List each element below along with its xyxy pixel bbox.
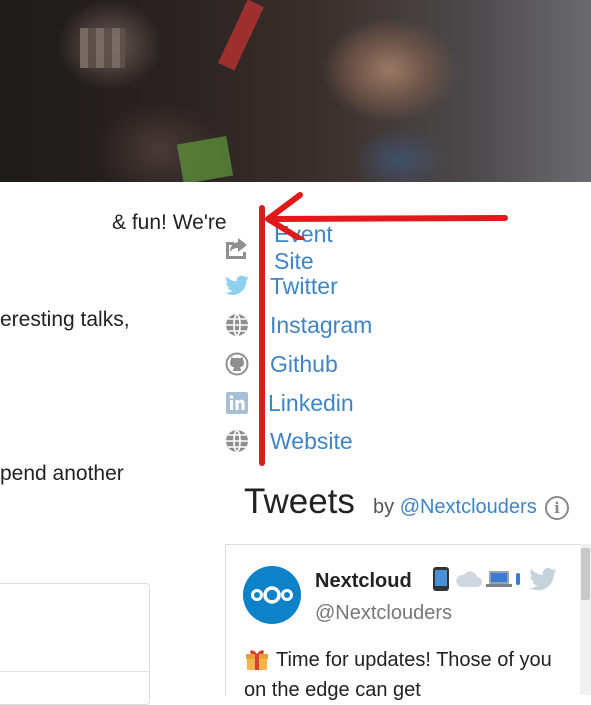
nextcloud-logo-icon	[251, 586, 293, 604]
website-link[interactable]: Website	[270, 428, 353, 455]
description-text: eresting talks,	[0, 308, 130, 331]
annotation-arrow-icon	[265, 192, 508, 240]
tweet-author-name[interactable]: Nextcloud	[315, 570, 412, 593]
blurred-face	[80, 28, 125, 68]
scrollbar[interactable]	[580, 544, 591, 695]
laptop-icon	[486, 571, 512, 587]
tweets-by-handle-link[interactable]: @Nextclouders	[400, 496, 537, 518]
tweets-by-prefix: by	[373, 496, 395, 518]
tweet-author-handle[interactable]: @Nextclouders	[315, 602, 452, 625]
tweet-text: Time for updates! Those of you on the ed…	[244, 645, 564, 705]
annotation-line	[259, 205, 265, 466]
twitter-icon	[224, 273, 250, 299]
link-row-github[interactable]: Github	[224, 348, 338, 380]
avatar[interactable]	[243, 566, 301, 624]
link-row-website[interactable]: Website	[224, 425, 353, 457]
github-icon	[224, 351, 250, 377]
photo-detail	[218, 0, 264, 71]
gift-icon	[246, 650, 268, 670]
name-emoji-group	[431, 566, 521, 592]
github-link[interactable]: Github	[270, 351, 338, 378]
emoji-fragment-icon	[516, 573, 520, 585]
info-icon[interactable]: i	[545, 496, 569, 520]
hero-photo	[0, 0, 591, 182]
tweet-body: Time for updates! Those of you on the ed…	[244, 649, 552, 701]
linkedin-icon	[224, 390, 250, 416]
cloud-icon	[456, 571, 482, 587]
scrollbar-thumb[interactable]	[581, 548, 590, 600]
tweets-by: by @Nextclouders	[373, 496, 537, 519]
twitter-bird-icon[interactable]	[528, 567, 558, 593]
globe-icon	[224, 428, 250, 454]
phone-icon	[433, 567, 449, 591]
share-icon	[224, 235, 250, 261]
card-divider	[0, 671, 149, 672]
tweets-title: Tweets	[244, 482, 355, 521]
link-row-twitter[interactable]: Twitter	[224, 270, 338, 302]
description-text: & fun! We're	[112, 211, 227, 234]
link-row-instagram[interactable]: Instagram	[224, 309, 372, 341]
linkedin-link[interactable]: Linkedin	[268, 390, 354, 417]
link-row-linkedin[interactable]: Linkedin	[224, 387, 354, 419]
description-text: pend another	[0, 462, 124, 485]
globe-icon	[224, 312, 250, 338]
instagram-link[interactable]: Instagram	[270, 312, 372, 339]
content-card	[0, 583, 150, 705]
twitter-link[interactable]: Twitter	[270, 273, 338, 300]
photo-detail	[176, 135, 234, 182]
